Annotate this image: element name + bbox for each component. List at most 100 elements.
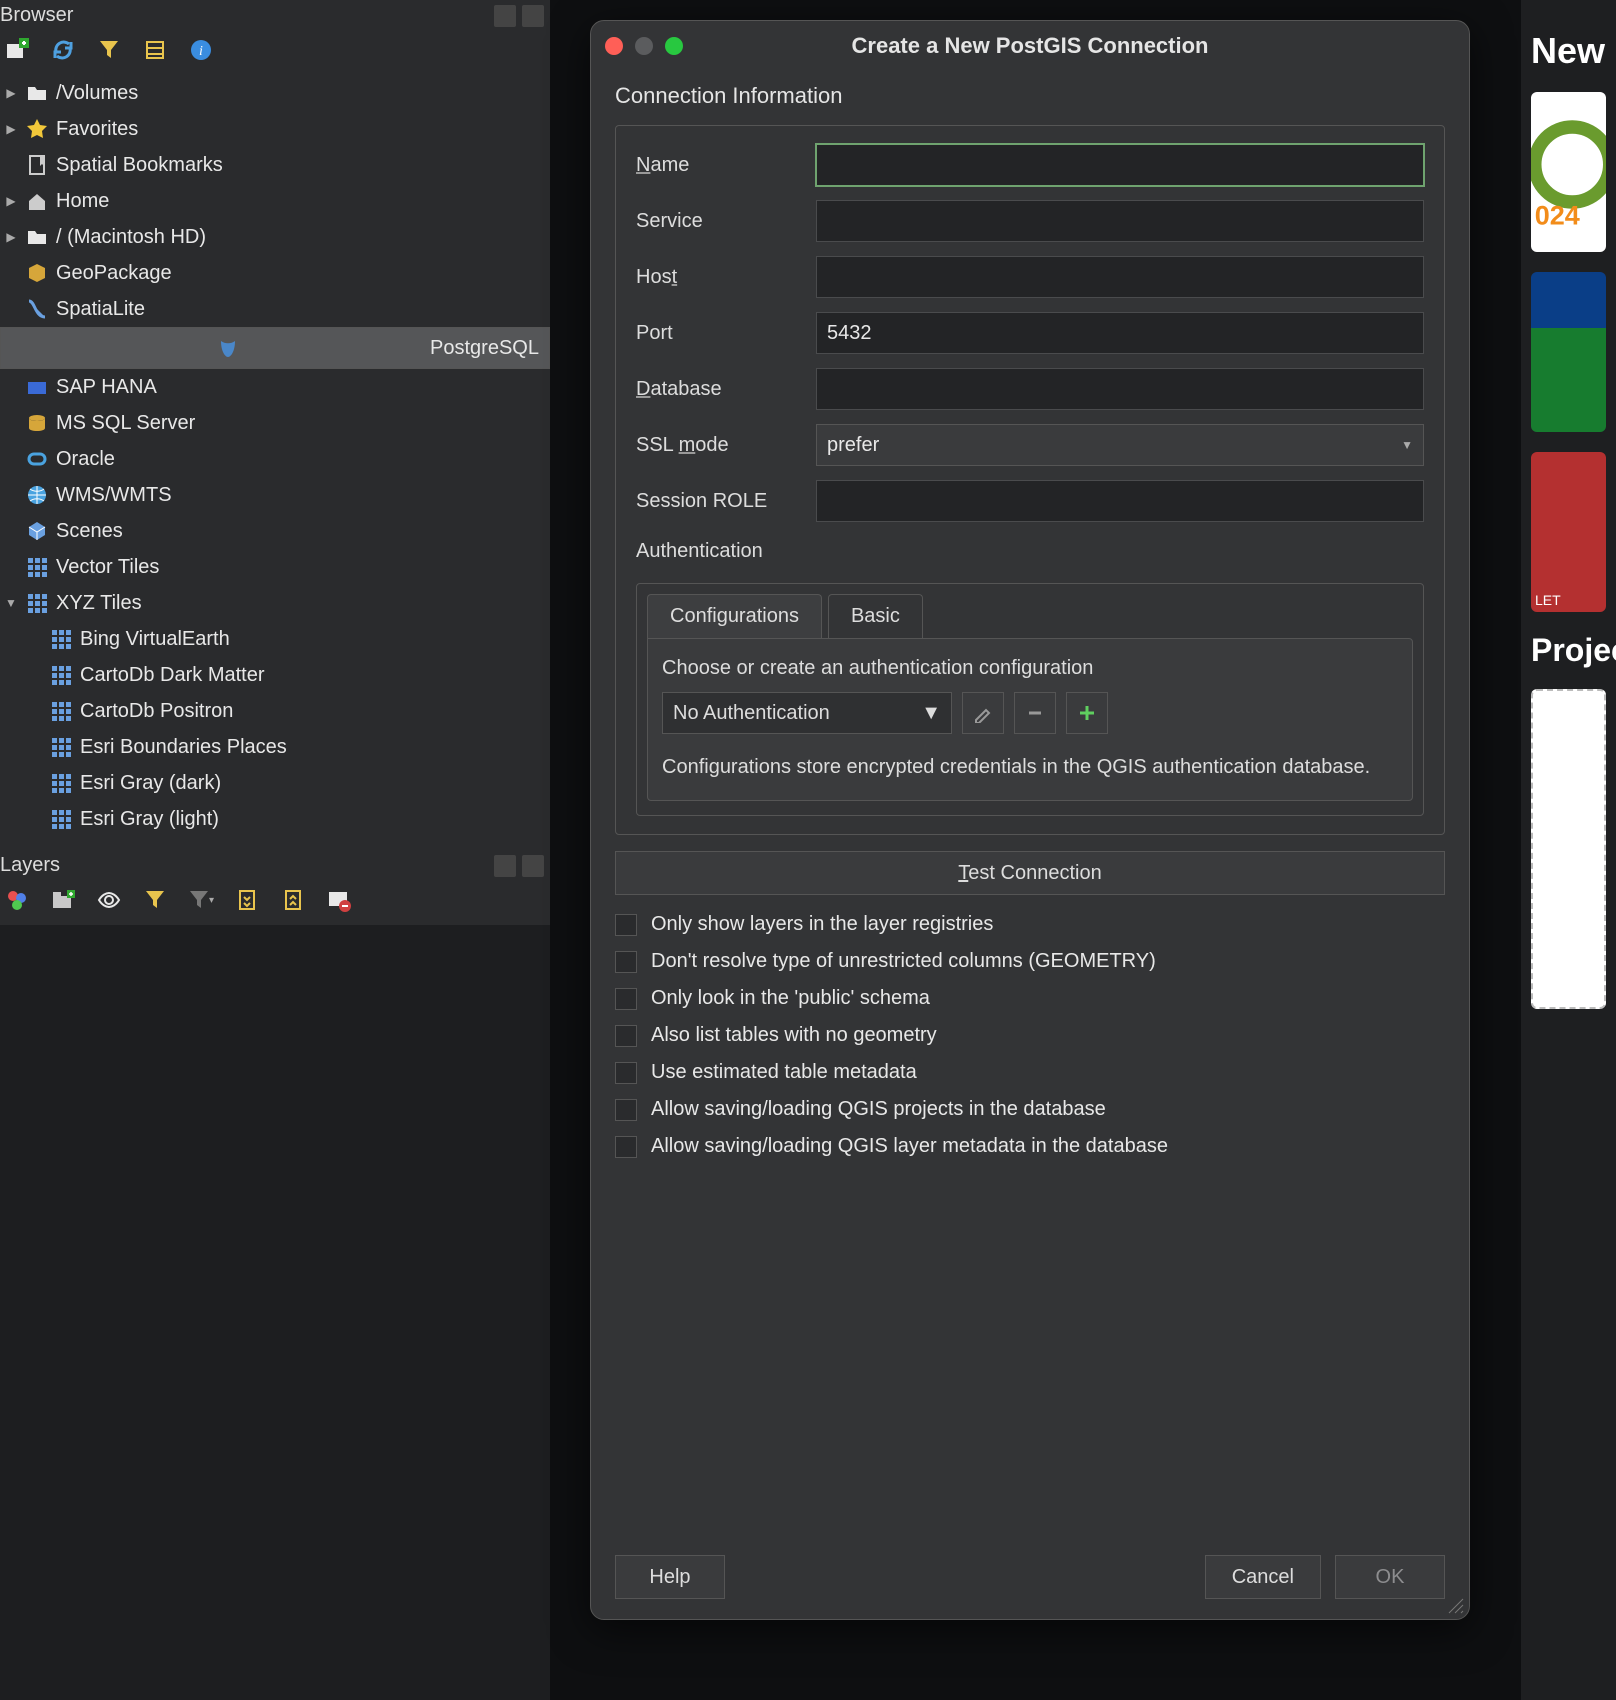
- folder-icon: [26, 82, 48, 104]
- browser-panel-title: Browser: [0, 0, 550, 33]
- option-checkbox[interactable]: Use estimated table metadata: [615, 1061, 1445, 1084]
- spatialite-icon: [26, 298, 48, 320]
- properties-icon[interactable]: i: [188, 37, 214, 63]
- tree-item[interactable]: Vector Tiles: [0, 549, 550, 585]
- project-thumb-blank[interactable]: [1531, 689, 1606, 1009]
- tree-item[interactable]: PostgreSQL: [0, 327, 550, 369]
- checkbox-box[interactable]: [615, 951, 637, 973]
- option-checkbox[interactable]: Don't resolve type of unrestricted colum…: [615, 950, 1445, 973]
- tree-item[interactable]: Oracle: [0, 441, 550, 477]
- option-checkbox[interactable]: Allow saving/loading QGIS projects in th…: [615, 1098, 1445, 1121]
- tree-item[interactable]: ▼XYZ Tiles: [0, 585, 550, 621]
- tree-item[interactable]: SAP HANA: [0, 369, 550, 405]
- tree-item[interactable]: Scenes: [0, 513, 550, 549]
- service-input[interactable]: [816, 200, 1424, 242]
- test-connection-button[interactable]: Test Connection: [615, 851, 1445, 895]
- host-input[interactable]: [816, 256, 1424, 298]
- tree-item[interactable]: ▶Favorites: [0, 111, 550, 147]
- expand-arrow-icon[interactable]: ▼: [4, 596, 18, 610]
- tree-item[interactable]: WMS/WMTS: [0, 477, 550, 513]
- database-input[interactable]: [816, 368, 1424, 410]
- tree-item[interactable]: Bing VirtualEarth: [0, 621, 550, 657]
- checkbox-box[interactable]: [615, 914, 637, 936]
- template-thumb-globe[interactable]: [1531, 272, 1606, 432]
- tree-item[interactable]: ▶/Volumes: [0, 75, 550, 111]
- layers-tree[interactable]: [0, 925, 550, 1700]
- ok-button[interactable]: OK: [1335, 1555, 1445, 1599]
- tree-item[interactable]: ▶Home: [0, 183, 550, 219]
- database-label: Database: [636, 378, 806, 401]
- tree-item[interactable]: CartoDb Positron: [0, 693, 550, 729]
- checkbox-box[interactable]: [615, 1136, 637, 1158]
- template-thumb-qgis[interactable]: 024: [1531, 92, 1606, 252]
- tab-basic[interactable]: Basic: [828, 594, 923, 638]
- expand-arrow-icon[interactable]: ▶: [4, 194, 18, 208]
- name-input[interactable]: [816, 144, 1424, 186]
- layers-panel-title: Layers: [0, 850, 550, 883]
- option-checkbox[interactable]: Allow saving/loading QGIS layer metadata…: [615, 1135, 1445, 1158]
- port-input[interactable]: [816, 312, 1424, 354]
- add-group-icon[interactable]: [50, 887, 76, 913]
- sessionrole-input[interactable]: [816, 480, 1424, 522]
- cancel-button[interactable]: Cancel: [1205, 1555, 1321, 1599]
- remove-layer-icon[interactable]: [326, 887, 352, 913]
- tree-item[interactable]: Esri Gray (dark): [0, 765, 550, 801]
- checkbox-box[interactable]: [615, 988, 637, 1010]
- dialog-titlebar[interactable]: Create a New PostGIS Connection: [591, 21, 1469, 71]
- panel-close-icon[interactable]: [522, 855, 544, 877]
- name-label: Name: [636, 154, 806, 177]
- tree-item[interactable]: Esri Gray (light): [0, 801, 550, 837]
- home-icon: [26, 190, 48, 212]
- add-auth-button[interactable]: [1066, 692, 1108, 734]
- window-close-icon[interactable]: [605, 37, 623, 55]
- filter-icon[interactable]: [96, 37, 122, 63]
- tree-item[interactable]: GeoPackage: [0, 255, 550, 291]
- checkbox-box[interactable]: [615, 1025, 637, 1047]
- filter-legend-by-expression-icon[interactable]: ▾: [188, 887, 214, 913]
- svg-text:024: 024: [1535, 201, 1580, 231]
- panel-detach-icon[interactable]: [494, 5, 516, 27]
- window-minimize-icon[interactable]: [635, 37, 653, 55]
- tree-item-label: CartoDb Positron: [80, 700, 233, 723]
- checkbox-box[interactable]: [615, 1062, 637, 1084]
- edit-auth-button[interactable]: [962, 692, 1004, 734]
- option-checkbox[interactable]: Only show layers in the layer registries: [615, 913, 1445, 936]
- browser-tree[interactable]: ▶/Volumes▶FavoritesSpatial Bookmarks▶Hom…: [0, 75, 550, 850]
- tree-item-label: PostgreSQL: [430, 337, 539, 360]
- remove-auth-button[interactable]: [1014, 692, 1056, 734]
- panel-detach-icon[interactable]: [494, 855, 516, 877]
- tree-item-label: Bing VirtualEarth: [80, 628, 230, 651]
- expand-arrow-icon[interactable]: ▶: [4, 86, 18, 100]
- tree-item[interactable]: CartoDb Dark Matter: [0, 657, 550, 693]
- auth-config-select[interactable]: No Authentication ▼: [662, 692, 952, 734]
- help-button[interactable]: Help: [615, 1555, 725, 1599]
- checkbox-box[interactable]: [615, 1099, 637, 1121]
- expand-arrow-icon[interactable]: ▶: [4, 122, 18, 136]
- wms-icon: [26, 484, 48, 506]
- window-zoom-icon[interactable]: [665, 37, 683, 55]
- refresh-icon[interactable]: [50, 37, 76, 63]
- option-checkbox[interactable]: Also list tables with no geometry: [615, 1024, 1445, 1047]
- collapse-all-icon[interactable]: [142, 37, 168, 63]
- panel-close-icon[interactable]: [522, 5, 544, 27]
- collapse-all-icon[interactable]: [280, 887, 306, 913]
- manage-map-themes-icon[interactable]: [96, 887, 122, 913]
- filter-legend-icon[interactable]: [142, 887, 168, 913]
- tree-item[interactable]: ▶/ (Macintosh HD): [0, 219, 550, 255]
- tree-item[interactable]: Esri Boundaries Places: [0, 729, 550, 765]
- grid-icon: [26, 556, 48, 578]
- tree-item[interactable]: SpatiaLite: [0, 291, 550, 327]
- template-thumb-let[interactable]: LET: [1531, 452, 1606, 612]
- expand-arrow-icon[interactable]: ▶: [4, 230, 18, 244]
- checkbox-label: Use estimated table metadata: [651, 1061, 917, 1084]
- tree-item[interactable]: Spatial Bookmarks: [0, 147, 550, 183]
- tree-item[interactable]: MS SQL Server: [0, 405, 550, 441]
- expand-all-icon[interactable]: [234, 887, 260, 913]
- add-layer-icon[interactable]: [4, 37, 30, 63]
- tab-configurations[interactable]: Configurations: [647, 594, 822, 638]
- new-section-title: New: [1521, 30, 1616, 72]
- resize-grip-icon[interactable]: [1447, 1597, 1465, 1615]
- sslmode-select[interactable]: prefer ▼: [816, 424, 1424, 466]
- option-checkbox[interactable]: Only look in the 'public' schema: [615, 987, 1445, 1010]
- open-layer-styling-icon[interactable]: [4, 887, 30, 913]
